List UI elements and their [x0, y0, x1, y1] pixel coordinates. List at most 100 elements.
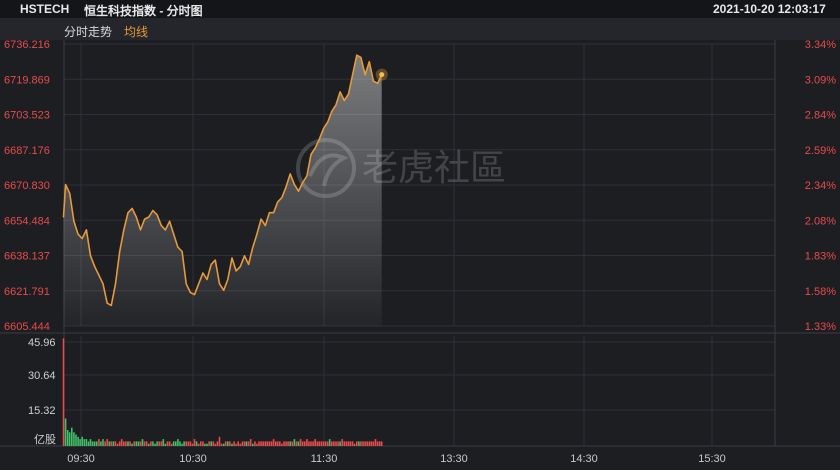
percent-axis-label: 2.59%: [805, 145, 836, 157]
volume-bar: [162, 439, 165, 446]
price-point: [360, 56, 362, 59]
price-point: [289, 173, 291, 175]
percent-axis-label: 1.33%: [805, 321, 836, 333]
volume-bar: [328, 439, 331, 446]
volume-bar: [276, 441, 279, 446]
volume-bar: [62, 338, 65, 446]
volume-bar: [368, 441, 371, 446]
volume-bar: [239, 443, 242, 446]
price-point: [156, 214, 158, 216]
watermark-text: 老虎社區: [362, 147, 506, 188]
price-point: [377, 82, 379, 84]
volume-bar: [326, 441, 329, 446]
time-axis-label: 14:30: [570, 453, 598, 465]
volume-bar: [114, 441, 117, 446]
volume-bar: [181, 443, 183, 446]
price-point: [119, 250, 121, 253]
volume-bar: [345, 441, 348, 446]
volume-axis-label: 45.96: [28, 337, 56, 349]
volume-bar: [137, 441, 140, 446]
price-point: [169, 220, 171, 222]
volume-bar: [206, 443, 208, 446]
price-point: [62, 216, 65, 218]
volume-bar: [229, 441, 231, 446]
price-point: [131, 207, 133, 209]
price-axis-label: 6621.791: [4, 286, 50, 298]
volume-bar: [118, 441, 121, 446]
volume-unit-label: 亿股: [34, 433, 56, 446]
volume-bar: [337, 441, 339, 446]
price-point: [327, 121, 329, 123]
price-point: [89, 255, 92, 257]
volume-bar: [358, 441, 360, 446]
price-point: [268, 212, 270, 214]
volume-bar: [333, 441, 335, 446]
volume-bar: [262, 441, 264, 446]
price-point: [148, 216, 150, 218]
price-axis-label: 6736.216: [4, 39, 50, 51]
volume-bar: [185, 441, 187, 446]
volume-bar: [320, 441, 323, 446]
volume-bar: [243, 441, 246, 446]
volume-bar: [216, 441, 219, 446]
price-point: [302, 181, 304, 184]
volume-bar: [318, 441, 321, 446]
percent-axis-label: 1.83%: [805, 251, 836, 263]
price-point: [77, 233, 79, 235]
volume-bar: [106, 439, 108, 446]
volume-bar: [68, 432, 71, 447]
time-axis-label: 09:30: [67, 453, 95, 465]
volume-bar: [168, 441, 171, 446]
volume-bar: [283, 441, 285, 446]
volume-bar: [191, 443, 194, 446]
volume-bar: [233, 441, 235, 446]
volume-bar: [129, 441, 131, 446]
price-point: [81, 237, 83, 240]
price-point: [264, 225, 266, 227]
volume-bar: [189, 441, 192, 446]
price-point: [164, 229, 166, 231]
volume-bar: [301, 441, 304, 446]
volume-bar: [235, 443, 237, 446]
volume-bar: [281, 443, 283, 446]
volume-bar: [152, 441, 154, 446]
volume-bar: [73, 432, 75, 447]
price-point: [322, 128, 325, 130]
volume-bar: [139, 441, 142, 446]
volume-bar: [304, 441, 306, 446]
last-price-marker: [379, 72, 385, 78]
price-point: [235, 270, 237, 272]
price-point: [202, 272, 204, 274]
price-point: [318, 138, 320, 140]
volume-bar: [364, 441, 366, 446]
price-point: [252, 246, 254, 248]
volume-bar: [231, 443, 233, 446]
volume-bar: [266, 441, 269, 446]
volume-bar: [341, 439, 343, 446]
price-point: [239, 266, 241, 268]
volume-bar: [66, 430, 69, 446]
volume-bar: [204, 443, 206, 446]
time-axis-label: 15:30: [698, 453, 726, 465]
price-point: [185, 283, 187, 285]
price-point: [85, 229, 87, 231]
price-point: [331, 110, 333, 112]
price-point: [123, 229, 125, 231]
volume-bar: [208, 441, 210, 446]
volume-bar: [297, 441, 300, 446]
volume-bar: [123, 441, 125, 446]
volume-bar: [247, 441, 250, 446]
intraday-chart: 老虎社區 6736.216 6719.869 6703.523 6687.176 667…: [0, 39, 840, 465]
volume-bar: [227, 441, 229, 446]
volume-bar: [71, 427, 73, 446]
volume-bar: [160, 441, 163, 446]
volume-bar: [172, 441, 175, 446]
price-point: [114, 283, 117, 285]
volume-bar: [127, 441, 129, 446]
price-point: [189, 291, 191, 294]
volume-bar: [316, 441, 319, 446]
price-point: [281, 197, 283, 199]
price-point: [368, 61, 370, 63]
price-point: [372, 80, 374, 82]
price-axis-label: 6719.869: [4, 74, 50, 86]
